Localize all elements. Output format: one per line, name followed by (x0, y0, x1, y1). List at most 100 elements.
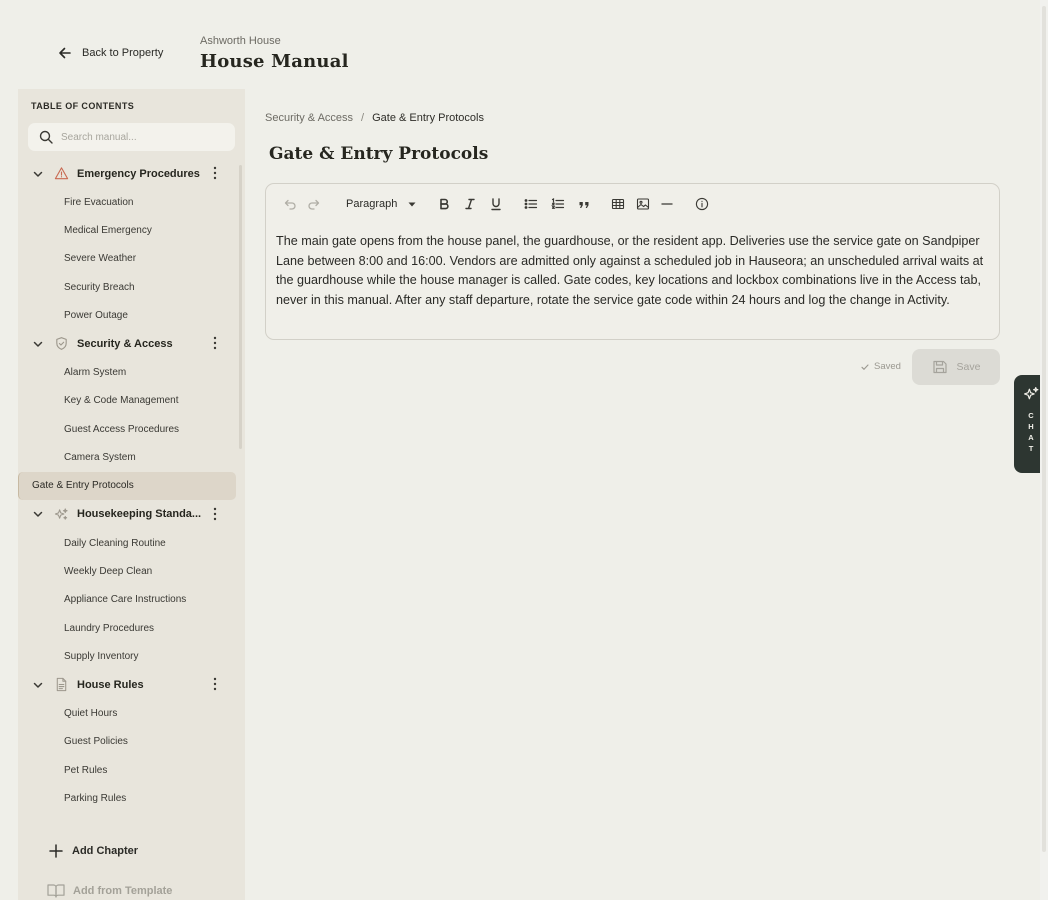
section-security-breach[interactable]: Security Breach (18, 273, 245, 301)
italic-icon (465, 198, 476, 210)
add-from-template-button[interactable]: Add from Template (47, 883, 172, 898)
insert-image-button[interactable] (635, 194, 651, 214)
document-icon (56, 678, 67, 692)
editor-content[interactable]: The main gate opens from the house panel… (276, 232, 988, 310)
chapter-label: Security & Access (77, 337, 173, 350)
back-label: Back to Property (82, 47, 164, 59)
sparkles-icon (1023, 387, 1038, 400)
breadcrumb-parent-link[interactable]: Security & Access (265, 112, 353, 124)
more-options-icon[interactable] (213, 507, 217, 521)
table-icon (612, 198, 625, 210)
section-parking-rules[interactable]: Parking Rules (18, 784, 245, 812)
saved-status: Saved (860, 361, 901, 372)
section-key-code-management[interactable]: Key & Code Management (18, 387, 245, 415)
toc-heading: TABLE OF CONTENTS (31, 101, 135, 111)
bullet-list-button[interactable] (523, 194, 539, 214)
warning-triangle-icon (54, 167, 69, 180)
chat-letter: H (1028, 422, 1034, 431)
insert-table-button[interactable] (610, 194, 626, 214)
book-open-icon (47, 884, 65, 898)
back-to-property-link[interactable]: Back to Property (57, 45, 163, 61)
check-icon (861, 363, 869, 370)
rich-text-editor[interactable]: Paragraph The main gate opens from the h… (265, 183, 1000, 340)
quote-icon (579, 202, 589, 208)
document-title: Gate & Entry Protocols (269, 144, 489, 164)
breadcrumb-current: Gate & Entry Protocols (372, 112, 484, 124)
info-button[interactable] (694, 194, 710, 214)
underline-icon (491, 198, 502, 211)
chapter-label: Emergency Procedures (77, 167, 200, 180)
arrow-left-icon (59, 47, 71, 59)
chapter-security-access[interactable]: Security & Access (18, 329, 245, 358)
chat-letter: T (1028, 444, 1034, 453)
table-of-contents-sidebar: TABLE OF CONTENTS Emergency Procedures F… (18, 89, 245, 900)
section-severe-weather[interactable]: Severe Weather (18, 245, 245, 273)
property-name: Ashworth House (200, 35, 281, 47)
section-weekly-deep-clean[interactable]: Weekly Deep Clean (18, 557, 245, 585)
shield-check-icon (56, 337, 67, 351)
undo-icon (284, 199, 296, 210)
bullet-list-icon (524, 199, 538, 209)
section-gate-entry-protocols[interactable]: Gate & Entry Protocols (18, 471, 236, 500)
add-chapter-label: Add Chapter (72, 845, 138, 857)
section-laundry-procedures[interactable]: Laundry Procedures (18, 614, 245, 642)
save-button[interactable]: Save (912, 349, 1000, 385)
page-scrollbar[interactable] (1040, 0, 1048, 900)
section-alarm-system[interactable]: Alarm System (18, 358, 245, 386)
section-guest-policies[interactable]: Guest Policies (18, 728, 245, 756)
redo-icon (308, 199, 320, 210)
section-medical-emergency[interactable]: Medical Emergency (18, 216, 245, 244)
chevron-down-icon[interactable] (32, 679, 44, 691)
section-pet-rules[interactable]: Pet Rules (18, 756, 245, 784)
italic-button[interactable] (463, 194, 477, 214)
chapter-label: House Rules (77, 678, 144, 691)
block-type-select[interactable]: Paragraph (346, 198, 417, 210)
section-fire-evacuation[interactable]: Fire Evacuation (18, 188, 245, 216)
section-appliance-care[interactable]: Appliance Care Instructions (18, 586, 245, 614)
sidebar-scrollbar[interactable] (239, 165, 242, 449)
chat-letter: A (1028, 433, 1034, 442)
more-options-icon[interactable] (213, 166, 217, 180)
page-scrollbar-thumb[interactable] (1042, 6, 1046, 852)
editor-toolbar: Paragraph (280, 194, 710, 214)
save-label: Save (956, 361, 981, 373)
breadcrumb-separator: / (361, 112, 365, 124)
more-options-icon[interactable] (213, 677, 217, 691)
block-type-value: Paragraph (346, 198, 398, 210)
toc-list: Emergency Procedures Fire Evacuation Med… (18, 159, 245, 825)
chapter-housekeeping-standards[interactable]: Housekeeping Standa... (18, 500, 245, 529)
horizontal-rule-icon (661, 203, 674, 205)
plus-icon (49, 844, 63, 858)
redo-button[interactable] (306, 194, 324, 214)
caret-down-icon (408, 202, 416, 207)
chapter-label: Housekeeping Standa... (77, 508, 202, 521)
section-supply-inventory[interactable]: Supply Inventory (18, 642, 245, 670)
search-icon (39, 130, 53, 144)
section-power-outage[interactable]: Power Outage (18, 301, 245, 329)
breadcrumb: Security & Access / Gate & Entry Protoco… (265, 112, 484, 124)
section-camera-system[interactable]: Camera System (18, 443, 245, 471)
search-box[interactable] (28, 123, 235, 151)
undo-button[interactable] (280, 194, 298, 214)
search-input[interactable] (61, 131, 221, 143)
section-guest-access-procedures[interactable]: Guest Access Procedures (18, 415, 245, 443)
chat-label: C H A T (1028, 410, 1033, 454)
more-options-icon[interactable] (213, 336, 217, 350)
add-chapter-button[interactable]: Add Chapter (49, 844, 138, 858)
underline-button[interactable] (489, 194, 503, 214)
horizontal-rule-button[interactable] (660, 194, 674, 214)
chapter-house-rules[interactable]: House Rules (18, 670, 245, 699)
chevron-down-icon[interactable] (32, 168, 44, 180)
numbered-list-icon (551, 198, 565, 209)
blockquote-button[interactable] (577, 194, 591, 214)
bold-icon (440, 198, 450, 210)
page-title: House Manual (200, 51, 349, 72)
chevron-down-icon[interactable] (32, 508, 44, 520)
bold-button[interactable] (437, 194, 451, 214)
numbered-list-button[interactable] (550, 194, 566, 214)
section-quiet-hours[interactable]: Quiet Hours (18, 699, 245, 727)
chapter-emergency-procedures[interactable]: Emergency Procedures (18, 159, 245, 188)
section-daily-cleaning-routine[interactable]: Daily Cleaning Routine (18, 529, 245, 557)
image-icon (637, 198, 650, 210)
chevron-down-icon[interactable] (32, 338, 44, 350)
